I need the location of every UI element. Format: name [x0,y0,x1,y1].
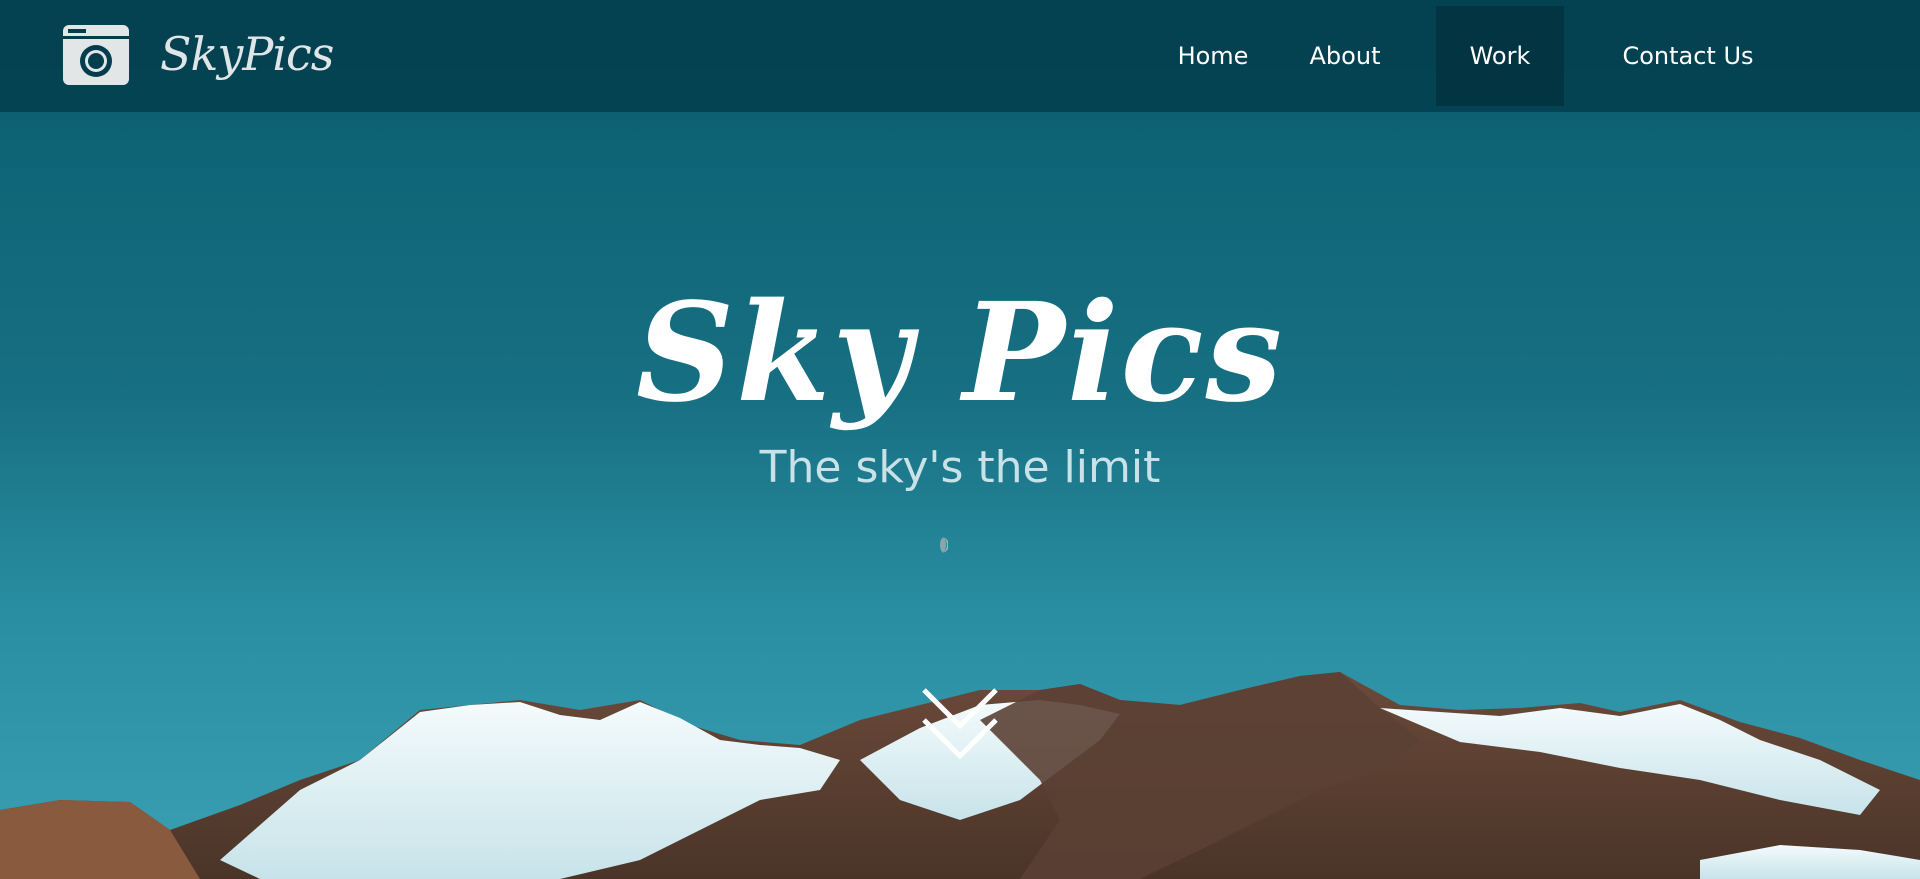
nav-item-contact-us[interactable]: Contact Us [1604,6,1772,106]
navbar: SkyPics Home About Work Contact Us [0,0,1920,112]
hero-subtitle: The sky's the limit [759,442,1161,493]
main-navigation: Home About Work Contact Us [0,0,1920,112]
double-chevron-down-icon[interactable] [920,686,1000,762]
nav-item-work[interactable]: Work [1436,6,1564,106]
moon-icon [940,537,948,553]
nav-item-about[interactable]: About [1290,6,1400,106]
hero-title: Sky Pics [635,273,1285,433]
nav-item-home[interactable]: Home [1156,6,1270,106]
